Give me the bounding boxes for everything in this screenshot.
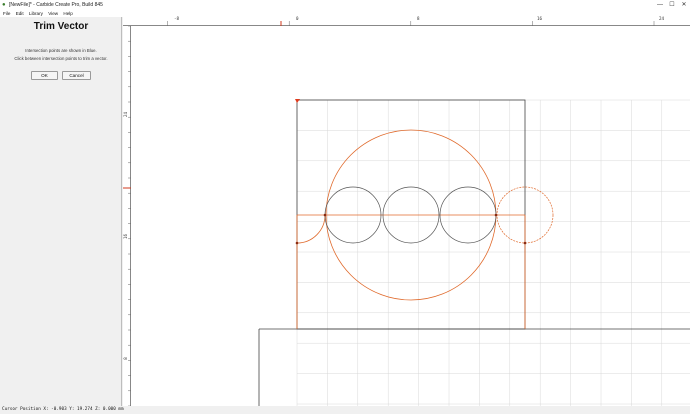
menu-view[interactable]: View — [48, 10, 58, 17]
ok-button[interactable]: OK — [31, 71, 58, 80]
cursor-position: Cursor Position X: -0.903 Y: 19.274 Z: 0… — [2, 407, 124, 412]
trim-vector-panel: Trim Vector Intersection points are show… — [0, 17, 122, 406]
ruler-left-label: 8 — [122, 357, 128, 360]
intersection-point — [295, 241, 299, 245]
close-icon[interactable]: ✕ — [678, 0, 690, 10]
ruler-left: 24 16 8 — [122, 25, 131, 407]
design-canvas[interactable] — [131, 26, 690, 406]
menu-help[interactable]: Help — [63, 10, 72, 17]
menu-bar: File Edit Library View Help — [0, 10, 690, 17]
menu-file[interactable]: File — [3, 10, 10, 17]
instruction-click-trim: Click between intersection points to tri… — [14, 56, 108, 61]
ruler-top-label: -8 — [174, 16, 180, 21]
app-icon: ● — [2, 2, 6, 8]
ruler-top-label: 8 — [417, 16, 420, 21]
minimize-icon[interactable]: — — [654, 0, 666, 10]
origin-marker-icon — [295, 99, 300, 103]
app-window: ● [NewFile]* - Carbide Create Pro, Build… — [0, 0, 690, 414]
cancel-button[interactable]: Cancel — [62, 71, 91, 80]
ruler-left-ticks — [123, 25, 131, 407]
intersection-point — [323, 213, 327, 217]
menu-library[interactable]: Library — [29, 10, 43, 17]
panel-title: Trim Vector — [33, 21, 89, 32]
instruction-blue-points: Intersection points are shown in Blue. — [25, 48, 97, 53]
menu-edit[interactable]: Edit — [16, 10, 24, 17]
ruler-top-label: 16 — [537, 16, 543, 21]
vector-left-arc[interactable] — [296, 214, 326, 244]
window-title: [NewFile]* - Carbide Create Pro, Build 8… — [9, 2, 103, 8]
ruler-top-label: 0 — [296, 16, 299, 21]
canvas-drawing[interactable] — [131, 26, 690, 406]
title-bar: ● [NewFile]* - Carbide Create Pro, Build… — [0, 0, 690, 10]
status-bar: Cursor Position X: -0.903 Y: 19.274 Z: 0… — [0, 406, 690, 414]
intersection-point — [494, 213, 498, 217]
ruler-top: -8 0 8 16 24 — [121, 16, 690, 30]
grid-lines — [296, 99, 690, 406]
ruler-left-label: 24 — [123, 111, 129, 118]
intersection-point — [523, 241, 527, 245]
ruler-top-label: 24 — [659, 16, 665, 21]
stock-outline — [296, 99, 526, 330]
ruler-left-label: 16 — [123, 233, 129, 240]
maximize-icon[interactable]: ☐ — [666, 0, 678, 10]
